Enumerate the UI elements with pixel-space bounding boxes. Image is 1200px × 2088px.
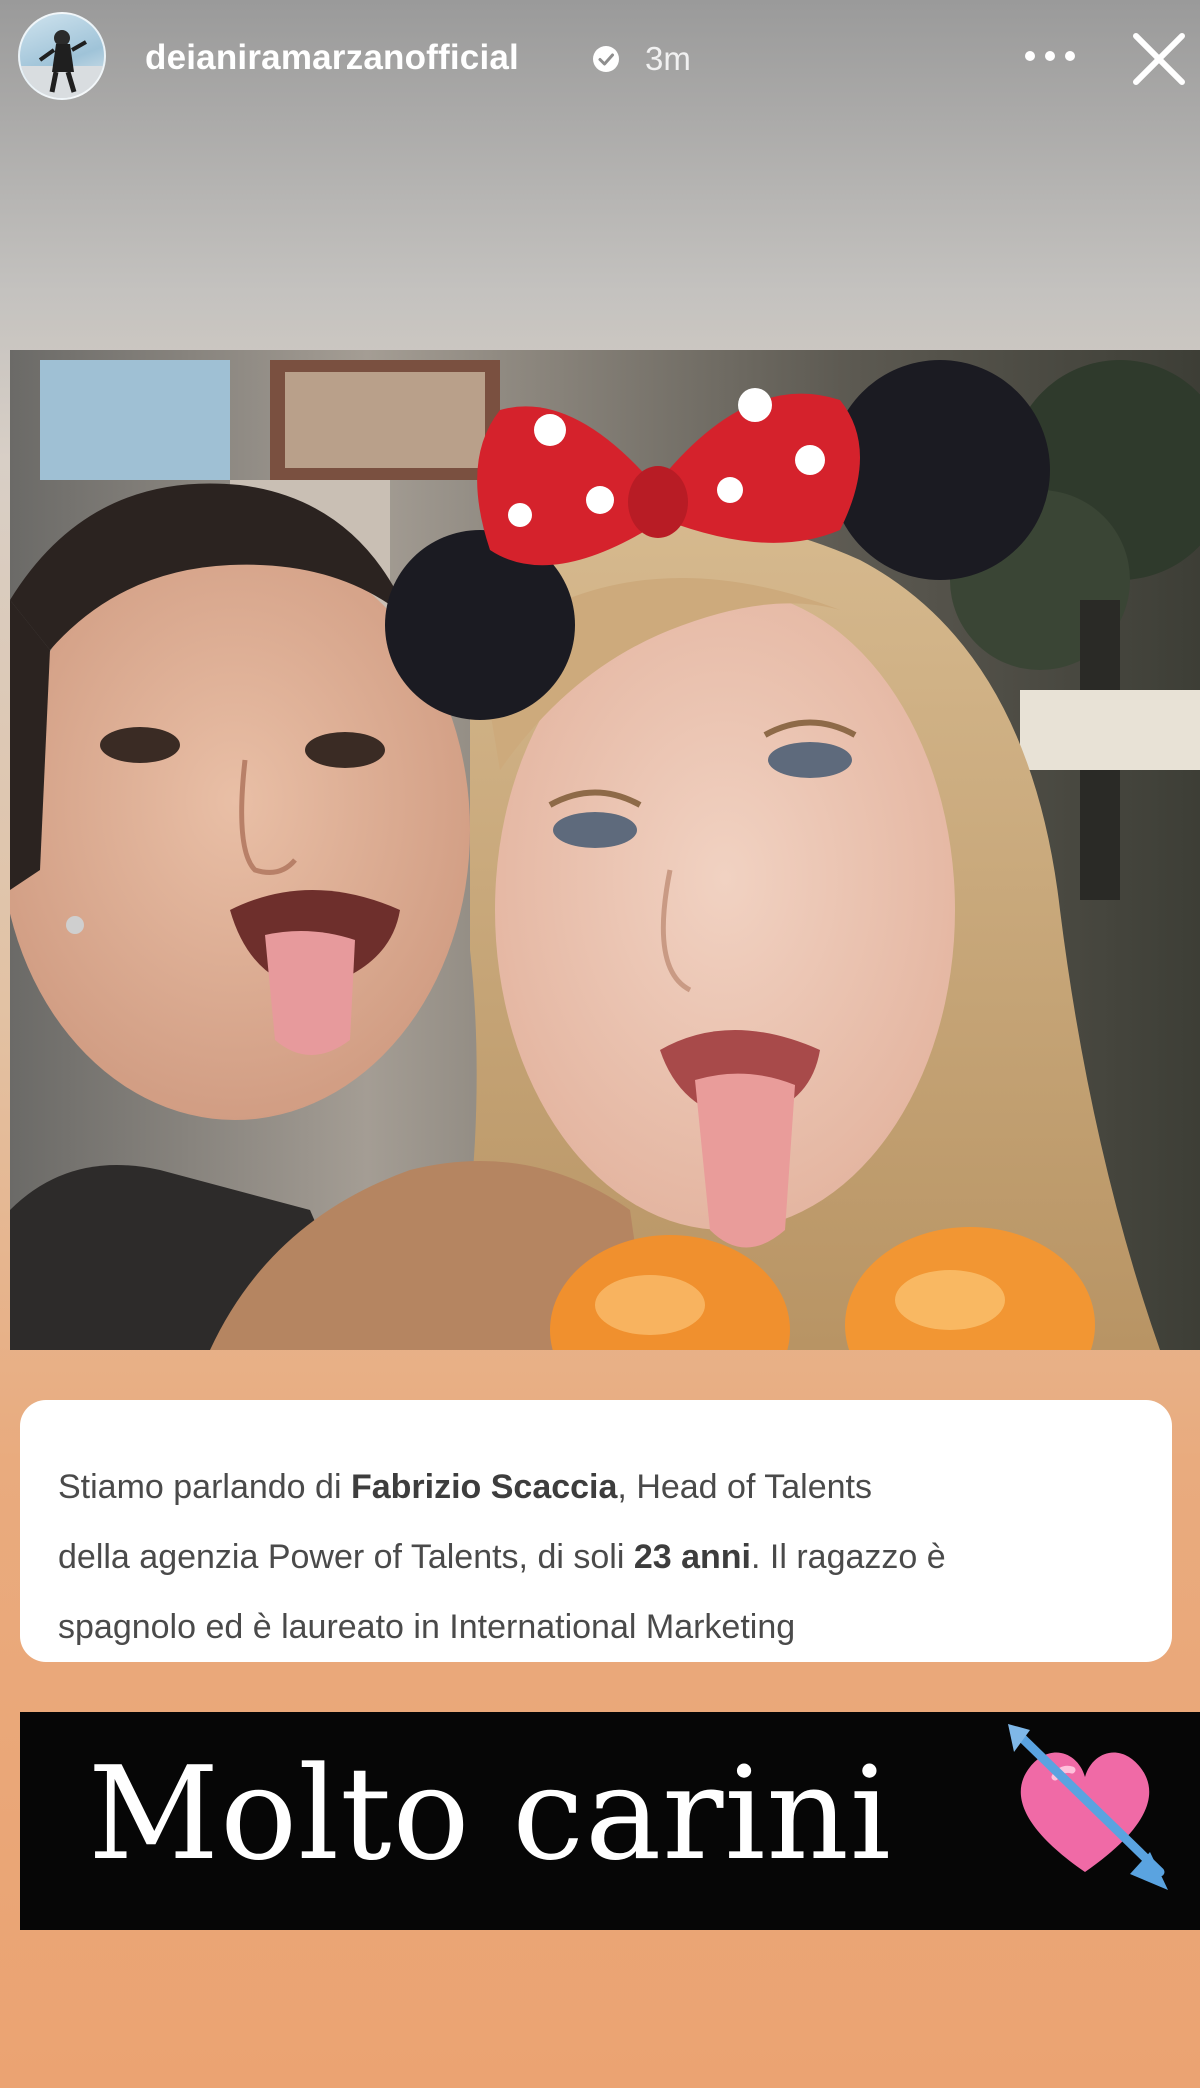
more-horizontal-icon xyxy=(1025,51,1075,61)
caption-line-3: spagnolo ed è laureato in International … xyxy=(58,1608,796,1646)
verified-badge-icon xyxy=(593,46,619,72)
story-timestamp: 3m xyxy=(645,40,691,77)
caption-card: Stiamo parlando di Fabrizio Scaccia, Hea… xyxy=(20,1400,1172,1662)
caption-line-2: della agenzia Power of Talents, di soli … xyxy=(58,1538,946,1576)
caption-line-1: Stiamo parlando di Fabrizio Scaccia, Hea… xyxy=(58,1468,872,1506)
more-options-button[interactable] xyxy=(1020,34,1080,78)
close-icon[interactable] xyxy=(1128,28,1190,90)
username[interactable]: deianiramarzanofficial xyxy=(145,38,519,78)
avatar[interactable] xyxy=(18,12,106,100)
caption-name: Fabrizio Scaccia xyxy=(350,1468,618,1506)
story-photo xyxy=(10,350,1200,1350)
sticker-text: Molto carini xyxy=(88,1740,892,1889)
heart-with-arrow-icon xyxy=(1008,1724,1168,1890)
story-header: deianiramarzanofficial 3m xyxy=(0,0,1200,120)
story-viewer: deianiramarzanofficial 3m Stiamo parland… xyxy=(0,0,1200,2088)
caption-age: 23 anni xyxy=(633,1538,751,1576)
